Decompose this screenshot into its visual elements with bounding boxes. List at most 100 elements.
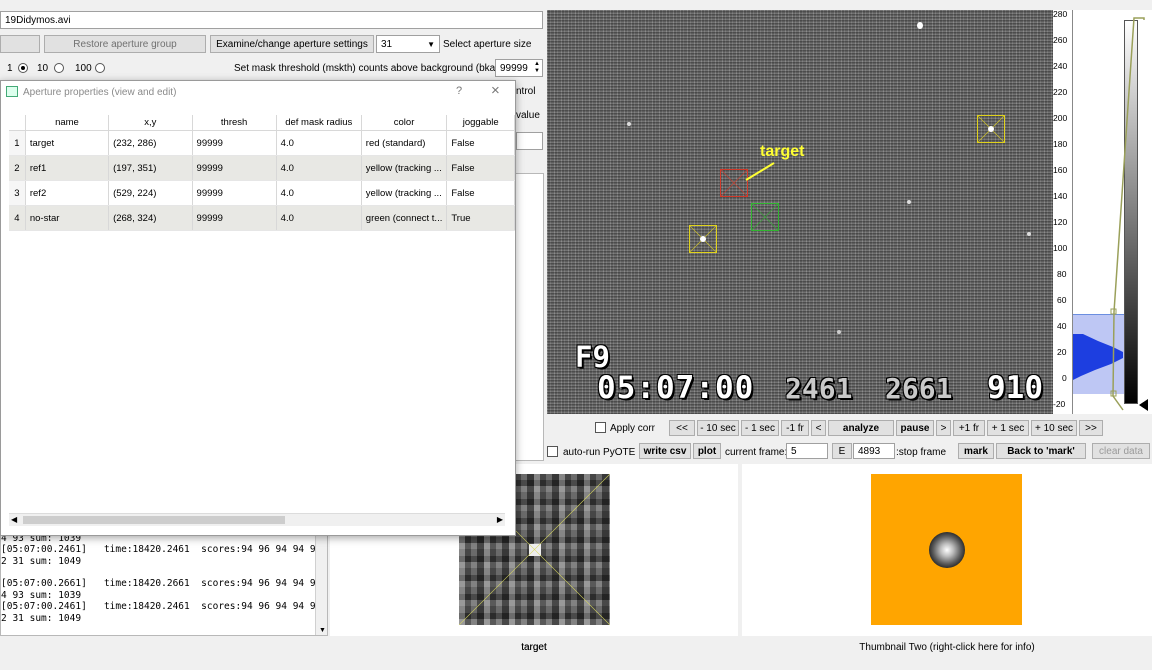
tick-label: 200 (1053, 113, 1068, 123)
examine-aperture-settings-button[interactable]: Examine/change aperture settings (210, 35, 374, 53)
e-button[interactable]: E (832, 443, 852, 459)
scroll-right-icon[interactable]: ▶ (497, 515, 503, 524)
crosshair-icon (752, 204, 778, 230)
table-row[interactable]: 2 ref1 (197, 351) 99999 4.0 yellow (trac… (9, 155, 515, 181)
cell-joggable[interactable]: False (446, 155, 515, 181)
video-frame[interactable]: target F9 05:07:00 2461 2661 910 (547, 10, 1053, 414)
ref2-aperture-box[interactable] (977, 115, 1005, 143)
help-icon[interactable]: ? (456, 85, 462, 97)
cell-joggable[interactable]: False (446, 180, 515, 206)
auto-run-pyote-checkbox[interactable] (547, 446, 558, 457)
tick-label: 160 (1053, 165, 1068, 175)
cell-color[interactable]: green (connect t... (361, 205, 448, 231)
row-number[interactable]: 4 (9, 205, 26, 231)
radio-100[interactable] (95, 63, 105, 73)
cell-thresh[interactable]: 99999 (192, 180, 277, 206)
column-header-name[interactable]: name (25, 115, 110, 131)
radio-10[interactable] (54, 63, 64, 73)
cell-xy[interactable]: (232, 286) (108, 130, 193, 156)
tick-label: 120 (1053, 217, 1068, 227)
apply-corr-checkbox[interactable] (595, 422, 606, 433)
table-row[interactable]: 3 ref2 (529, 224) 99999 4.0 yellow (trac… (9, 180, 515, 206)
cell-color[interactable]: yellow (tracking ... (361, 155, 448, 181)
table-row[interactable]: 4 no-star (268, 324) 99999 4.0 green (co… (9, 205, 515, 231)
log-scrollbar[interactable]: ▼ (315, 531, 327, 635)
row-number[interactable]: 2 (9, 155, 26, 181)
scroll-left-icon[interactable]: ◀ (11, 515, 17, 524)
log-line: [05:07:00.2461] time:18420.2461 scores:9… (1, 544, 322, 555)
restore-aperture-group-button[interactable]: Restore aperture group (44, 35, 206, 53)
prev-button[interactable]: < (811, 420, 826, 436)
aperture-properties-dialog[interactable]: Aperture properties (view and edit) ? × … (0, 80, 516, 536)
cell-joggable[interactable]: False (446, 130, 515, 156)
column-header-color[interactable]: color (361, 115, 448, 131)
cell-radius[interactable]: 4.0 (276, 155, 362, 181)
cell-name[interactable]: ref1 (25, 155, 110, 181)
tick-label: 180 (1053, 139, 1068, 149)
back-1-frame-button[interactable]: -1 fr (781, 420, 809, 436)
scroll-down-icon[interactable]: ▼ (319, 627, 326, 634)
partial-label-control: ntrol (516, 86, 536, 97)
forward-1-sec-button[interactable]: + 1 sec (987, 420, 1029, 436)
close-icon[interactable]: × (491, 82, 500, 99)
last-frame-button[interactable]: >> (1079, 420, 1103, 436)
column-header-xy[interactable]: x,y (108, 115, 193, 131)
table-row[interactable]: 1 target (232, 286) 99999 4.0 red (stand… (9, 130, 515, 156)
aperture-size-select[interactable]: 31 ▼ (376, 35, 440, 53)
cell-color[interactable]: yellow (tracking ... (361, 180, 448, 206)
cell-xy[interactable]: (197, 351) (108, 155, 193, 181)
target-label: target (760, 143, 805, 160)
first-frame-button[interactable]: << (669, 420, 695, 436)
cell-radius[interactable]: 4.0 (276, 130, 362, 156)
horizontal-scrollbar[interactable]: ◀ ▶ (9, 513, 505, 526)
ref1-aperture-box[interactable] (689, 225, 717, 253)
pause-button[interactable]: pause (896, 420, 934, 436)
row-number[interactable]: 3 (9, 180, 26, 206)
partial-label-value: value (516, 110, 540, 121)
scrollbar-thumb[interactable] (23, 516, 285, 524)
forward-1-frame-button[interactable]: +1 fr (953, 420, 985, 436)
frame-overlay-frac2: 2661 (885, 372, 953, 405)
cell-name[interactable]: ref2 (25, 180, 110, 206)
cell-joggable[interactable]: True (446, 205, 515, 231)
back-10-sec-button[interactable]: - 10 sec (697, 420, 739, 436)
partial-input[interactable] (516, 132, 543, 150)
plot-button[interactable]: plot (693, 443, 721, 459)
stop-frame-input[interactable]: 4893 (853, 443, 895, 459)
cell-xy[interactable]: (529, 224) (108, 180, 193, 206)
tick-label: 240 (1053, 61, 1068, 71)
current-frame-input[interactable]: 5 (786, 443, 828, 459)
file-name-field[interactable]: 19Didymos.avi (0, 11, 543, 29)
dialog-titlebar[interactable]: Aperture properties (view and edit) ? × (1, 81, 515, 103)
cell-thresh[interactable]: 99999 (192, 205, 277, 231)
aperture-group-button[interactable] (0, 35, 40, 53)
clear-data-button[interactable]: clear data (1092, 443, 1150, 459)
radio-1[interactable] (18, 63, 28, 73)
cell-radius[interactable]: 4.0 (276, 205, 362, 231)
cell-thresh[interactable]: 99999 (192, 130, 277, 156)
write-csv-button[interactable]: write csv (639, 443, 691, 459)
column-header-thresh[interactable]: thresh (192, 115, 277, 131)
forward-10-sec-button[interactable]: + 10 sec (1031, 420, 1077, 436)
cell-radius[interactable]: 4.0 (276, 180, 362, 206)
thumbnail-two-panel[interactable] (742, 464, 1152, 636)
column-header-joggable[interactable]: joggable (446, 115, 515, 131)
cell-color[interactable]: red (standard) (361, 130, 448, 156)
cell-name[interactable]: no-star (25, 205, 110, 231)
cell-thresh[interactable]: 99999 (192, 155, 277, 181)
back-to-mark-button[interactable]: Back to 'mark' (996, 443, 1086, 459)
mark-button[interactable]: mark (958, 443, 994, 459)
cell-name[interactable]: target (25, 130, 110, 156)
tick-label: 260 (1053, 35, 1068, 45)
cell-xy[interactable]: (268, 324) (108, 205, 193, 231)
back-1-sec-button[interactable]: - 1 sec (741, 420, 779, 436)
histogram-panel[interactable]: 280 260 240 220 200 180 160 140 120 100 … (1053, 9, 1152, 414)
column-header-radius[interactable]: def mask radius (276, 115, 362, 131)
row-number[interactable]: 1 (9, 130, 26, 156)
next-button[interactable]: > (936, 420, 951, 436)
corner-header (9, 115, 26, 131)
spin-arrows-icon[interactable]: ▲ ▼ (534, 61, 540, 75)
mask-threshold-spinbox[interactable]: 99999 ▲ ▼ (495, 59, 543, 77)
analyze-button[interactable]: analyze (828, 420, 894, 436)
no-star-aperture-box[interactable] (751, 203, 779, 231)
